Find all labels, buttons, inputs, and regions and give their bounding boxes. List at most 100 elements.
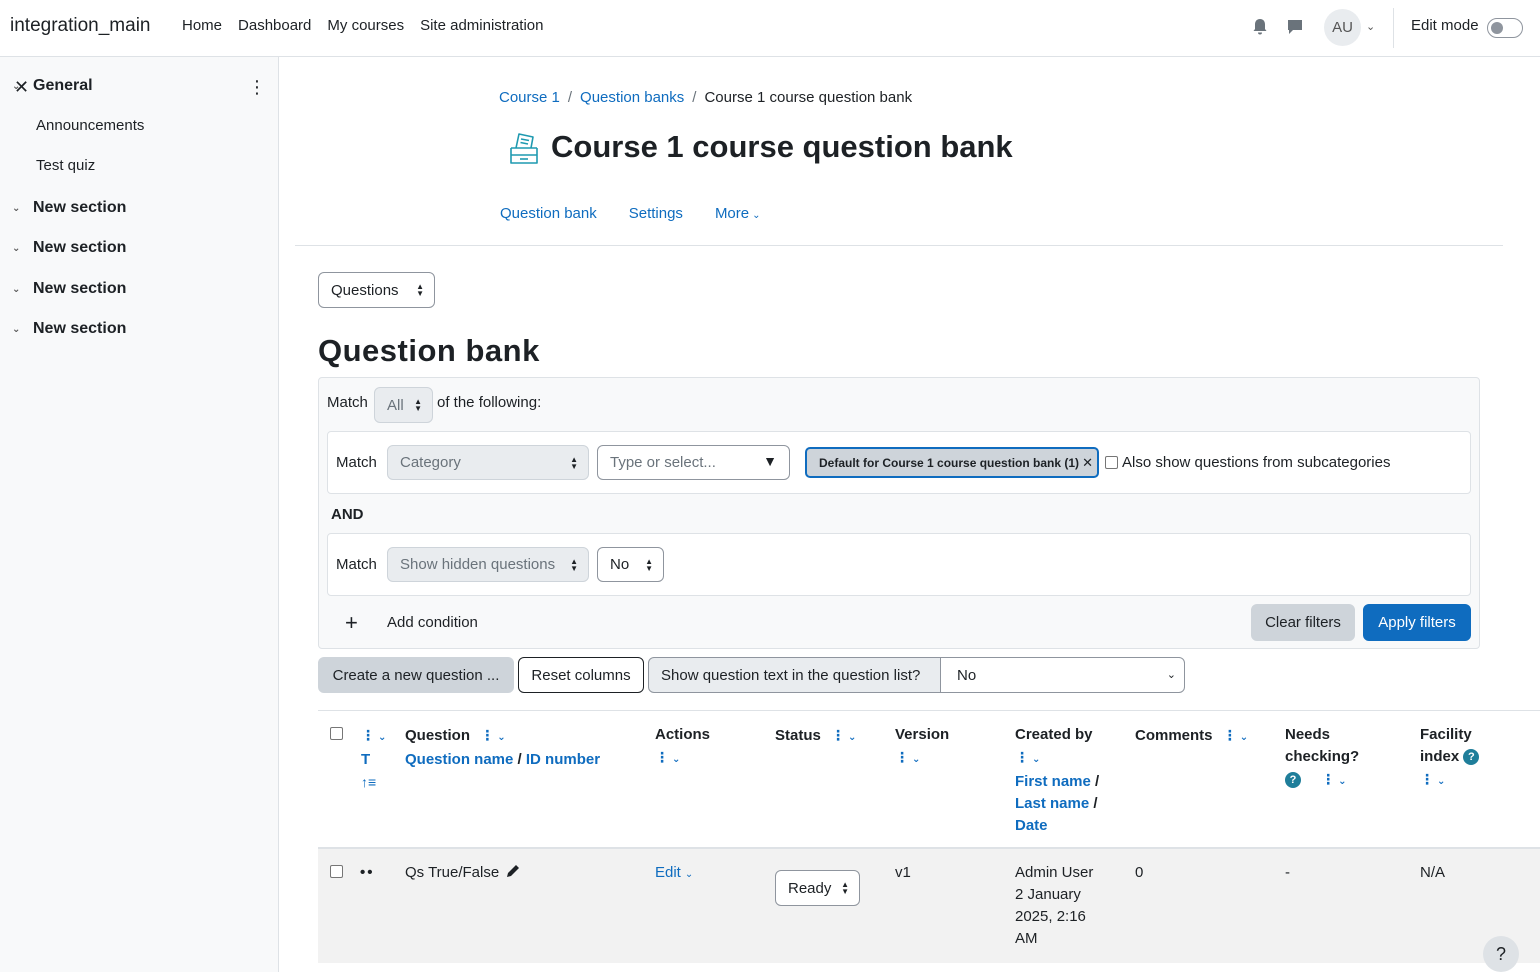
section-heading: Question bank — [318, 333, 540, 368]
category-search-input[interactable]: Type or select... ▼ — [597, 445, 790, 480]
clear-filters-button[interactable]: Clear filters — [1251, 604, 1355, 641]
plus-icon[interactable]: + — [345, 610, 358, 636]
primary-navigation: Home Dashboard My courses Site administr… — [182, 17, 544, 34]
kebab-icon[interactable]: ⋮ — [480, 727, 494, 743]
chevron-down-icon[interactable]: ⌄ — [1366, 20, 1375, 33]
sort-ascending-icon[interactable]: ↑≡ — [361, 774, 376, 790]
apply-filters-button[interactable]: Apply filters — [1363, 604, 1471, 641]
edit-action-label[interactable]: Edit — [655, 864, 681, 881]
user-avatar[interactable]: AU — [1324, 9, 1361, 46]
table-top-border — [318, 710, 1540, 711]
kebab-icon[interactable]: ⋮ — [1015, 749, 1029, 765]
create-question-button[interactable]: Create a new question ... — [318, 657, 514, 693]
pencil-icon[interactable] — [505, 863, 521, 879]
column-created-by-header: Created by ⋮ ⌄ First name / Last name / D… — [1015, 726, 1100, 834]
chevron-down-icon[interactable]: ⌄ — [672, 754, 680, 765]
sort-date-link[interactable]: Date — [1015, 817, 1048, 834]
sort-type-link[interactable]: T — [361, 751, 370, 768]
section-title: New section — [33, 280, 127, 297]
kebab-icon[interactable]: ⋮ — [361, 727, 375, 743]
kebab-icon[interactable]: ⋮ — [1321, 771, 1335, 787]
course-item-test-quiz[interactable]: Test quiz — [12, 157, 95, 177]
chevron-down-icon[interactable]: ⌄ — [12, 324, 25, 335]
nav-site-administration[interactable]: Site administration — [420, 17, 543, 34]
hidden-questions-select[interactable]: No ▲ ▼ — [597, 547, 664, 582]
chevron-down-icon[interactable]: ⌄ — [497, 732, 505, 743]
nav-my-courses[interactable]: My courses — [327, 17, 404, 34]
site-brand[interactable]: integration_main — [10, 15, 150, 37]
chevron-down-icon[interactable]: ⌄ — [12, 284, 25, 295]
chevron-down-icon[interactable]: ⌄ — [1240, 732, 1248, 743]
messages-icon[interactable] — [1286, 18, 1304, 36]
question-name: Qs True/False — [405, 864, 500, 881]
help-icon[interactable]: ? — [1463, 749, 1480, 766]
select-all-checkbox[interactable] — [330, 727, 343, 740]
kebab-icon[interactable]: ⋮ — [1420, 771, 1434, 787]
status-select[interactable]: Ready ▲ ▼ — [775, 870, 860, 906]
sort-first-name-link[interactable]: First name — [1015, 773, 1091, 790]
column-actions-header: Actions ⋮ ⌄ — [655, 724, 710, 771]
sort-last-name-link[interactable]: Last name — [1015, 795, 1089, 812]
subcategories-checkbox[interactable] — [1105, 456, 1118, 469]
breadcrumb-question-banks[interactable]: Question banks — [580, 89, 684, 106]
course-item-announcements[interactable]: Announcements — [12, 117, 144, 137]
help-button[interactable]: ? — [1483, 936, 1519, 972]
remove-icon[interactable]: ✕ — [1082, 455, 1093, 471]
nav-home[interactable]: Home — [182, 17, 222, 34]
condition-type-select[interactable]: Category ▲ ▼ — [387, 445, 589, 480]
chevron-down-icon[interactable]: ⌄ — [1437, 776, 1445, 787]
chevron-down-icon[interactable]: ⌄ — [378, 732, 386, 743]
kebab-menu-icon[interactable]: ⋮ — [248, 77, 266, 98]
tab-question-bank[interactable]: Question bank — [500, 205, 597, 222]
select-arrows-icon: ▲ ▼ — [570, 454, 578, 471]
chevron-down-icon[interactable]: ⌄ — [12, 81, 25, 92]
kebab-icon[interactable]: ⋮ — [655, 749, 669, 765]
chevron-down-icon[interactable]: ⌄ — [685, 869, 693, 880]
reset-columns-button[interactable]: Reset columns — [518, 657, 644, 693]
chevron-down-icon[interactable]: ⌄ — [848, 732, 856, 743]
question-name-cell: Qs True/False — [405, 862, 521, 884]
drag-handle-icon[interactable]: •• — [360, 862, 375, 884]
chevron-down-icon[interactable]: ⌄ — [12, 243, 25, 254]
chevron-down-icon[interactable]: ⌄ — [912, 754, 920, 765]
comments-link[interactable]: 0 — [1135, 862, 1143, 884]
course-section-general[interactable]: ⌄ General — [12, 76, 93, 96]
nav-dashboard[interactable]: Dashboard — [238, 17, 311, 34]
facility-header-label-2: index — [1420, 748, 1460, 765]
column-comments-header: Comments ⋮ ⌄ — [1135, 724, 1248, 749]
help-icon[interactable]: ? — [1285, 772, 1301, 789]
selected-category-pill[interactable]: Default for Course 1 course question ban… — [805, 447, 1099, 478]
tab-settings[interactable]: Settings — [629, 205, 683, 222]
chevron-down-icon[interactable]: ⌄ — [12, 203, 25, 214]
secondary-navigation: Question bank Settings More ⌄ — [500, 205, 761, 222]
row-select-checkbox[interactable] — [330, 865, 343, 878]
chevron-down-icon[interactable]: ⌄ — [1032, 754, 1040, 765]
notification-bell-icon[interactable] — [1252, 18, 1268, 36]
condition-type-value: Category — [400, 454, 461, 471]
select-arrows-icon: ▲ ▼ — [645, 556, 653, 573]
show-text-select[interactable]: No ⌄ — [940, 657, 1185, 693]
kebab-icon[interactable]: ⋮ — [895, 749, 909, 765]
condition-type-select[interactable]: Show hidden questions ▲ ▼ — [387, 547, 589, 582]
match-all-select[interactable]: All ▲ ▼ — [374, 387, 433, 423]
breadcrumb-course-1[interactable]: Course 1 — [499, 89, 560, 106]
version-cell: v1 — [895, 864, 911, 881]
edit-mode-toggle[interactable] — [1487, 18, 1523, 38]
course-section-new-1[interactable]: ⌄ New section — [12, 198, 126, 218]
course-section-new-2[interactable]: ⌄ New section — [12, 238, 126, 258]
created-by-date-line-1: 2 January — [1015, 886, 1081, 903]
kebab-icon[interactable]: ⋮ — [831, 727, 845, 743]
sort-id-number-link[interactable]: ID number — [526, 751, 600, 768]
view-select[interactable]: Questions ▲ ▼ — [318, 272, 435, 308]
course-section-new-4[interactable]: ⌄ New section — [12, 319, 126, 339]
chevron-down-icon[interactable]: ⌄ — [1338, 776, 1346, 787]
kebab-icon[interactable]: ⋮ — [1223, 727, 1237, 743]
created-by-cell: Admin User 2 January 2025, 2:16 AM — [1015, 862, 1093, 950]
match-label: Match — [327, 394, 368, 411]
add-condition-button[interactable]: Add condition — [387, 614, 478, 631]
tab-more[interactable]: More ⌄ — [715, 205, 761, 222]
condition-match-label: Match — [336, 454, 377, 471]
course-section-new-3[interactable]: ⌄ New section — [12, 279, 126, 299]
sort-question-name-link[interactable]: Question name — [405, 751, 513, 768]
edit-action-menu[interactable]: Edit ⌄ — [655, 862, 693, 886]
